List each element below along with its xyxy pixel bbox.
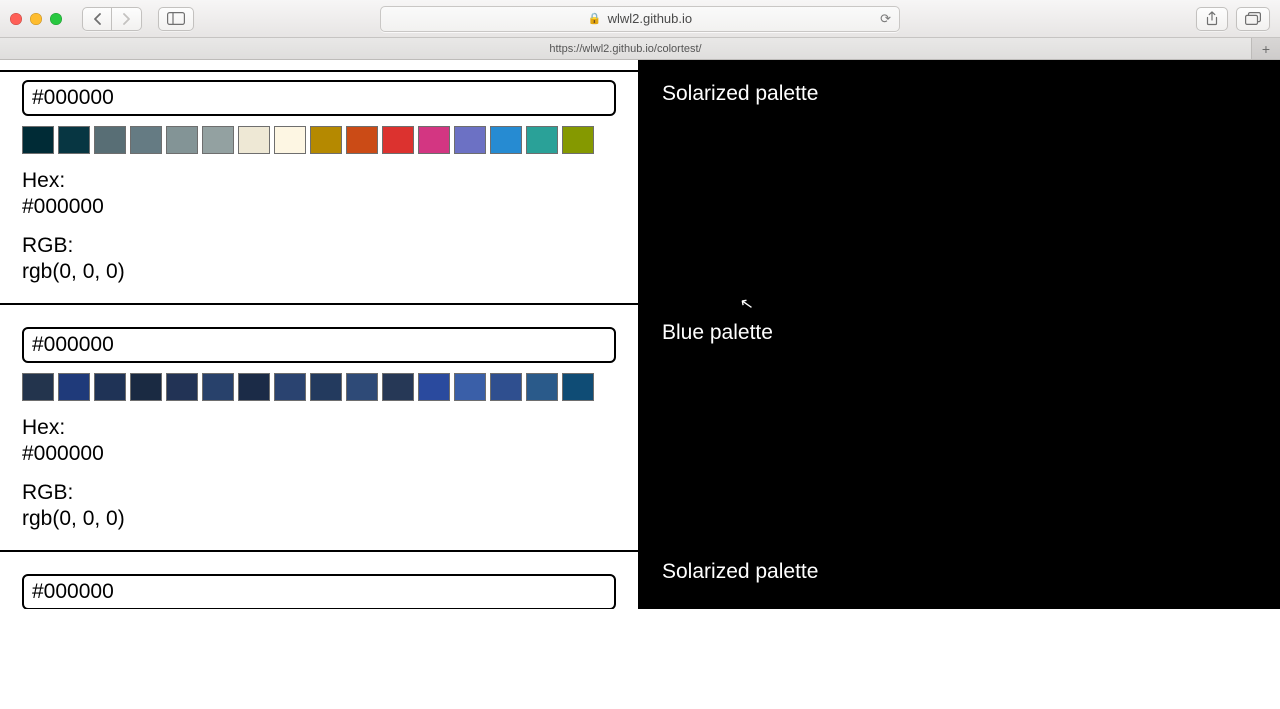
color-swatch[interactable] — [310, 373, 342, 401]
color-swatch[interactable] — [418, 373, 450, 401]
preview-panel-1: Blue palette — [640, 299, 1280, 538]
swatch-row-1 — [22, 373, 616, 401]
minimize-window-button[interactable] — [30, 13, 42, 25]
rgb-label-block-0: RGB: rgb(0, 0, 0) — [22, 233, 616, 286]
color-swatch[interactable] — [346, 126, 378, 154]
color-swatch[interactable] — [94, 373, 126, 401]
color-swatch[interactable] — [166, 373, 198, 401]
share-button[interactable] — [1196, 7, 1228, 31]
rgb-label: RGB: — [22, 233, 616, 259]
palette-panel-1: Hex: #000000 RGB: rgb(0, 0, 0) — [0, 305, 638, 552]
address-bar-host: wlwl2.github.io — [608, 11, 693, 26]
preview-panel-0: Solarized palette — [640, 60, 1280, 299]
chevron-left-icon — [93, 13, 102, 25]
rgb-value: rgb(0, 0, 0) — [22, 259, 616, 285]
rgb-label-block-1: RGB: rgb(0, 0, 0) — [22, 480, 616, 533]
right-column: Solarized palette Blue palette Solarized… — [640, 60, 1280, 609]
color-swatch[interactable] — [382, 126, 414, 154]
new-tab-button[interactable]: + — [1252, 38, 1280, 59]
reload-button[interactable]: ⟳ — [880, 11, 891, 27]
tab-strip: https://wlwl2.github.io/colortest/ + — [0, 38, 1280, 60]
color-swatch[interactable] — [490, 126, 522, 154]
color-swatch[interactable] — [526, 126, 558, 154]
close-window-button[interactable] — [10, 13, 22, 25]
color-swatch[interactable] — [274, 373, 306, 401]
color-swatch[interactable] — [274, 126, 306, 154]
hex-input-0[interactable] — [22, 80, 616, 116]
rgb-label: RGB: — [22, 480, 616, 506]
color-swatch[interactable] — [454, 126, 486, 154]
hex-label: Hex: — [22, 168, 616, 194]
forward-button[interactable] — [112, 7, 142, 31]
preview-title-0: Solarized palette — [662, 82, 1258, 106]
nav-back-forward — [82, 7, 142, 31]
preview-panel-2: Solarized palette — [640, 538, 1280, 609]
tabs-icon — [1245, 12, 1261, 25]
zoom-window-button[interactable] — [50, 13, 62, 25]
color-swatch[interactable] — [418, 126, 450, 154]
swatch-row-0 — [22, 126, 616, 154]
hex-label-block-0: Hex: #000000 — [22, 168, 616, 221]
hex-value: #000000 — [22, 194, 616, 220]
hex-input-1[interactable] — [22, 327, 616, 363]
preview-title-2: Solarized palette — [662, 560, 1258, 584]
share-icon — [1205, 11, 1219, 26]
hex-label: Hex: — [22, 415, 616, 441]
color-swatch[interactable] — [166, 126, 198, 154]
color-swatch[interactable] — [22, 126, 54, 154]
preview-title-1: Blue palette — [662, 321, 1258, 345]
color-swatch[interactable] — [490, 373, 522, 401]
tab-current[interactable]: https://wlwl2.github.io/colortest/ — [0, 38, 1252, 59]
color-swatch[interactable] — [382, 373, 414, 401]
color-swatch[interactable] — [58, 373, 90, 401]
color-swatch[interactable] — [22, 373, 54, 401]
color-swatch[interactable] — [58, 126, 90, 154]
back-button[interactable] — [82, 7, 112, 31]
left-column: Hex: #000000 RGB: rgb(0, 0, 0) Hex: #000… — [0, 60, 640, 609]
hex-input-2[interactable] — [22, 574, 616, 609]
chevron-right-icon — [122, 13, 131, 25]
color-swatch[interactable] — [130, 373, 162, 401]
page-content: Hex: #000000 RGB: rgb(0, 0, 0) Hex: #000… — [0, 60, 1280, 609]
lock-icon: 🔒 — [588, 12, 602, 25]
hex-value: #000000 — [22, 441, 616, 467]
palette-panel-0: Hex: #000000 RGB: rgb(0, 0, 0) — [0, 70, 638, 305]
color-swatch[interactable] — [202, 126, 234, 154]
color-swatch[interactable] — [202, 373, 234, 401]
color-swatch[interactable] — [454, 373, 486, 401]
tab-title: https://wlwl2.github.io/colortest/ — [549, 43, 701, 55]
sidebar-icon — [167, 12, 185, 25]
address-bar[interactable]: 🔒 wlwl2.github.io ⟳ — [380, 6, 900, 32]
rgb-value: rgb(0, 0, 0) — [22, 506, 616, 532]
palette-panel-2 — [0, 552, 638, 609]
color-swatch[interactable] — [238, 126, 270, 154]
toolbar-right — [1196, 7, 1270, 31]
color-swatch[interactable] — [526, 373, 558, 401]
sidebar-toggle-button[interactable] — [158, 7, 194, 31]
color-swatch[interactable] — [562, 126, 594, 154]
color-swatch[interactable] — [94, 126, 126, 154]
show-tabs-button[interactable] — [1236, 7, 1270, 31]
color-swatch[interactable] — [130, 126, 162, 154]
browser-titlebar: 🔒 wlwl2.github.io ⟳ — [0, 0, 1280, 38]
bottom-blank-area — [0, 609, 1280, 709]
hex-label-block-1: Hex: #000000 — [22, 415, 616, 468]
color-swatch[interactable] — [310, 126, 342, 154]
color-swatch[interactable] — [562, 373, 594, 401]
color-swatch[interactable] — [238, 373, 270, 401]
window-controls — [10, 13, 62, 25]
color-swatch[interactable] — [346, 373, 378, 401]
